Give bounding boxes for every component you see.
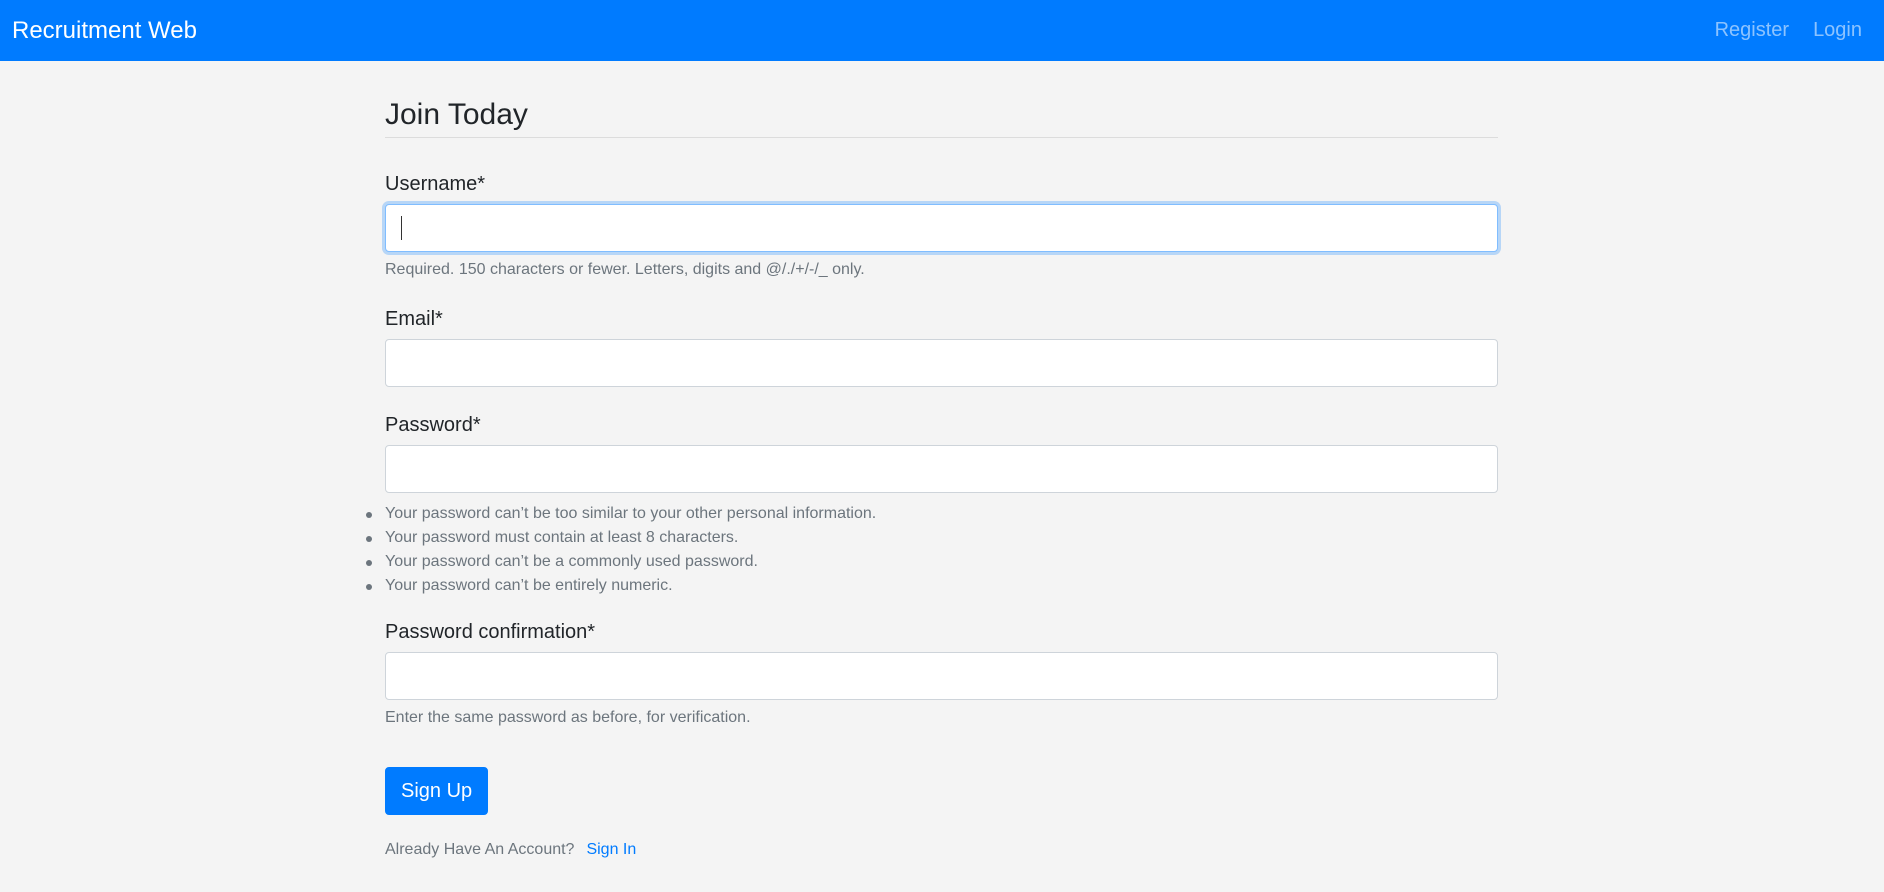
- password-rules-list: Your password can’t be too similar to yo…: [366, 502, 1498, 598]
- top-navbar: Recruitment Web Register Login: [0, 0, 1884, 61]
- password-confirmation-label: Password confirmation*: [385, 621, 596, 644]
- password-confirmation-input[interactable]: [385, 652, 1498, 701]
- password-confirmation-help-text: Enter the same password as before, for v…: [385, 709, 751, 727]
- sign-in-link[interactable]: Sign In: [586, 841, 636, 858]
- password-rule-item: Your password can’t be a commonly used p…: [366, 550, 1498, 574]
- brand-link[interactable]: Recruitment Web: [12, 18, 197, 43]
- email-label: Email*: [385, 308, 443, 331]
- password-rule-item: Your password can’t be too similar to yo…: [366, 502, 1498, 526]
- password-label: Password*: [385, 414, 481, 437]
- username-help-text: Required. 150 characters or fewer. Lette…: [385, 261, 865, 278]
- already-have-account-line: Already Have An Account? Sign In: [385, 841, 1498, 859]
- password-group: Password* Your password can’t be too sim…: [366, 413, 1498, 598]
- signup-form: Username* Required. 150 characters or fe…: [366, 172, 1498, 816]
- page-title: Join Today: [385, 97, 1498, 138]
- password-confirmation-group: Password confirmation* Enter the same pa…: [385, 620, 1498, 727]
- text-cursor: [401, 216, 402, 240]
- nav-login-link[interactable]: Login: [1813, 19, 1862, 42]
- email-input[interactable]: [385, 339, 1498, 388]
- email-group: Email*: [385, 307, 1498, 388]
- username-label: Username*: [385, 173, 486, 195]
- nav-links: Register Login: [1715, 19, 1872, 42]
- already-have-account-text: Already Have An Account?: [385, 841, 575, 859]
- username-group: Username* Required. 150 characters or fe…: [385, 172, 1498, 279]
- password-rule-item: Your password can’t be entirely numeric.: [366, 574, 1498, 598]
- sign-up-button[interactable]: Sign Up: [385, 767, 489, 816]
- signup-container: Join Today Username* Required. 150 chara…: [366, 61, 1498, 859]
- password-input[interactable]: [385, 445, 1498, 494]
- username-input-wrapper: [385, 204, 1498, 252]
- username-input[interactable]: [385, 204, 1498, 252]
- password-rule-item: Your password must contain at least 8 ch…: [366, 526, 1498, 550]
- nav-register-link[interactable]: Register: [1715, 19, 1789, 42]
